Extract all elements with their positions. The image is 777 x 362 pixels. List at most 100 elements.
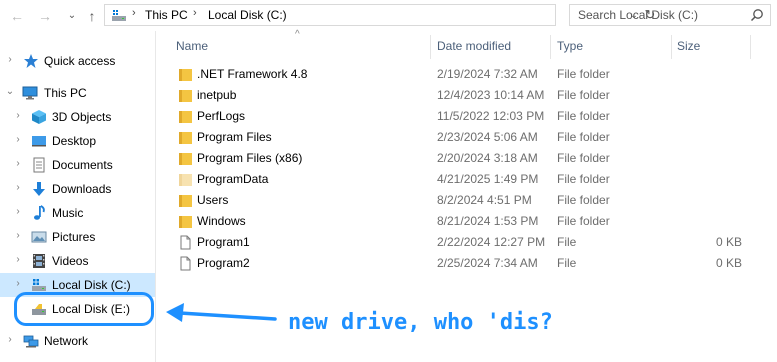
breadcrumb-this-pc[interactable]: This PC [145, 8, 188, 22]
back-button[interactable]: ← [8, 7, 26, 25]
file-name[interactable]: Users [197, 193, 228, 207]
expand-chevron-icon[interactable]: › [5, 53, 15, 67]
address-toolbar: ← → ⌄ ↑ › This PC › Local Disk (C:) ⌄ ↻ [0, 0, 777, 31]
file-type: File folder [557, 109, 610, 123]
column-divider[interactable] [550, 35, 551, 59]
breadcrumb-separator[interactable]: › [132, 7, 136, 19]
search-box[interactable] [569, 4, 771, 26]
expand-chevron-icon[interactable]: › [13, 157, 23, 171]
file-icon [180, 256, 191, 271]
expand-chevron-icon[interactable]: › [5, 333, 15, 347]
file-date-modified: 2/22/2024 12:27 PM [437, 235, 546, 249]
file-type: File folder [557, 151, 610, 165]
nav-item-label: Local Disk (C:) [52, 278, 131, 292]
hidden-folder-icon [179, 174, 192, 186]
expand-chevron-icon[interactable]: › [13, 229, 23, 243]
download-arrow-icon [33, 182, 45, 196]
cube-icon [32, 110, 46, 124]
file-row[interactable]: Windows 8/21/2024 1:53 PM File folder [174, 211, 764, 232]
recent-locations-button[interactable]: ⌄ [63, 7, 81, 25]
up-button[interactable]: ↑ [83, 7, 101, 25]
file-name[interactable]: Program Files [197, 130, 272, 144]
expand-chevron-icon[interactable]: › [13, 253, 23, 267]
nav-item-videos[interactable]: › Videos [0, 249, 155, 273]
nav-item-label: Desktop [52, 134, 97, 148]
nav-item-this-pc[interactable]: ⌄ This PC [0, 81, 155, 105]
nav-item-documents[interactable]: › Documents [0, 153, 155, 177]
expand-chevron-icon[interactable]: › [13, 205, 23, 219]
column-divider[interactable] [671, 35, 672, 59]
film-strip-icon [33, 254, 45, 268]
file-row[interactable]: Program2 2/25/2024 7:34 AM File 0 KB [174, 253, 764, 274]
expand-chevron-icon[interactable]: › [13, 109, 23, 123]
nav-item-label: 3D Objects [52, 110, 112, 124]
breadcrumb-separator[interactable]: › [193, 7, 197, 19]
nav-item-3d-objects[interactable]: › 3D Objects [0, 105, 155, 129]
nav-item-label: Downloads [52, 182, 112, 196]
file-date-modified: 2/23/2024 5:06 AM [437, 130, 538, 144]
folder-icon [179, 69, 192, 81]
file-name[interactable]: Windows [197, 214, 246, 228]
expand-chevron-icon[interactable]: › [13, 277, 23, 291]
computer-icon [22, 86, 38, 100]
file-date-modified: 8/2/2024 4:51 PM [437, 193, 532, 207]
column-header-type[interactable]: Type [557, 39, 583, 59]
breadcrumb-local-disk-c[interactable]: Local Disk (C:) [208, 8, 287, 22]
file-type: File [557, 256, 577, 270]
file-row[interactable]: Program Files (x86) 2/20/2024 3:18 AM File… [174, 148, 764, 169]
file-size: 0 KB [715, 235, 742, 249]
nav-item-desktop[interactable]: › Desktop [0, 129, 155, 153]
file-name[interactable]: Program1 [197, 235, 250, 249]
file-row[interactable]: inetpub 12/4/2023 10:14 AM File folder [174, 85, 764, 106]
column-divider[interactable] [430, 35, 431, 59]
file-type: File [557, 235, 577, 249]
address-bar[interactable]: › This PC › Local Disk (C:) ⌄ ↻ [104, 4, 655, 26]
file-row[interactable]: Program1 2/22/2024 12:27 PM File 0 KB [174, 232, 764, 253]
music-note-icon [34, 205, 45, 220]
file-date-modified: 12/4/2023 10:14 AM [437, 88, 545, 102]
arrow-up-icon: ↑ [88, 8, 96, 24]
file-name[interactable]: ProgramData [197, 172, 268, 186]
expand-chevron-icon[interactable]: › [13, 133, 23, 147]
file-type: File folder [557, 67, 610, 81]
file-date-modified: 2/19/2024 7:32 AM [437, 67, 538, 81]
file-name[interactable]: Program Files (x86) [197, 151, 302, 165]
chevron-down-icon: ⌄ [67, 10, 77, 21]
file-row[interactable]: PerfLogs 11/5/2022 12:03 PM File folder [174, 106, 764, 127]
folder-icon [179, 132, 192, 144]
search-input[interactable] [570, 5, 750, 25]
windows-drive-icon [32, 279, 46, 291]
column-divider[interactable] [750, 35, 751, 59]
network-icon [23, 335, 39, 348]
collapse-chevron-icon[interactable]: ⌄ [5, 85, 15, 99]
file-icon [180, 235, 191, 250]
nav-item-network[interactable]: › Network [0, 329, 155, 353]
file-date-modified: 2/25/2024 7:34 AM [437, 256, 538, 270]
file-name[interactable]: PerfLogs [197, 109, 245, 123]
file-row[interactable]: Program Files 2/23/2024 5:06 AM File folde… [174, 127, 764, 148]
file-date-modified: 2/20/2024 3:18 AM [437, 151, 538, 165]
column-header-date-modified[interactable]: Date modified [437, 39, 511, 59]
column-header-size[interactable]: Size [677, 39, 700, 59]
file-row[interactable]: .NET Framework 4.8 2/19/2024 7:32 AM File … [174, 64, 764, 85]
nav-item-pictures[interactable]: › Pictures [0, 225, 155, 249]
documents-icon [33, 157, 45, 173]
forward-button[interactable]: → [36, 7, 54, 25]
expand-chevron-icon[interactable]: › [13, 181, 23, 195]
folder-icon [179, 153, 192, 165]
nav-item-downloads[interactable]: › Downloads [0, 177, 155, 201]
nav-item-label: Pictures [52, 230, 96, 244]
file-type: File folder [557, 214, 610, 228]
nav-item-quick-access[interactable]: › Quick access [0, 49, 155, 73]
file-row[interactable]: Users 8/2/2024 4:51 PM File folder [174, 190, 764, 211]
file-type: File folder [557, 193, 610, 207]
file-name[interactable]: inetpub [197, 88, 236, 102]
arrow-left-icon: ← [10, 8, 24, 24]
desktop-icon [32, 136, 46, 147]
highlight-ring [14, 292, 154, 326]
file-name[interactable]: .NET Framework 4.8 [197, 67, 307, 81]
column-header-name[interactable]: Name [176, 39, 208, 59]
nav-item-music[interactable]: › Music [0, 201, 155, 225]
file-name[interactable]: Program2 [197, 256, 250, 270]
file-row[interactable]: ProgramData 4/21/2025 1:49 PM File folder [174, 169, 764, 190]
